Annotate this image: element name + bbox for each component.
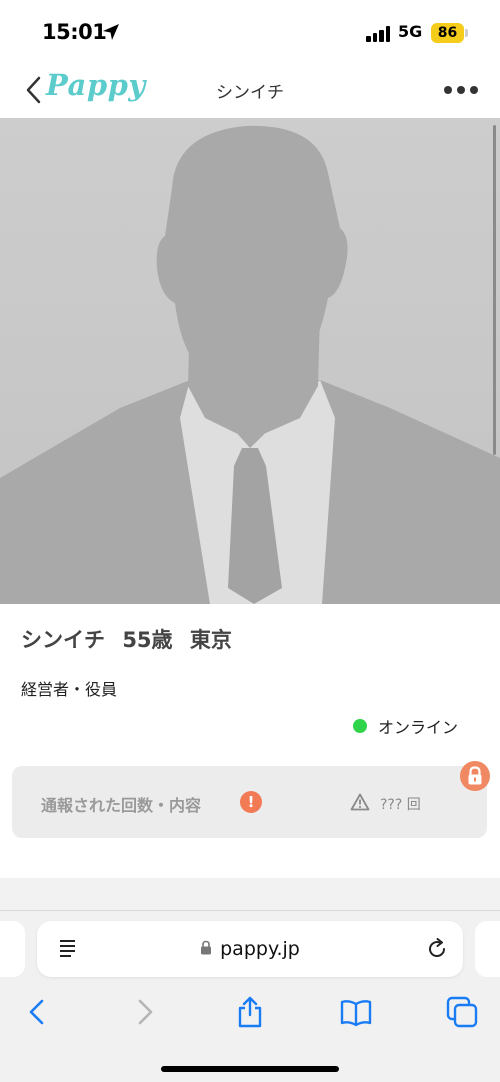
battery-tip	[465, 29, 468, 37]
url-text: pappy.jp	[220, 938, 300, 960]
status-time: 15:01	[42, 20, 107, 44]
alert-icon: !	[240, 791, 262, 813]
url-display: pappy.jp	[37, 938, 463, 960]
browser-toolbar: pappy.jp	[0, 910, 500, 1082]
profile-occupation: 経営者・役員	[21, 680, 118, 699]
online-status: オンライン	[353, 714, 458, 738]
previous-tab-preview[interactable]	[0, 921, 25, 977]
status-bar: 15:01 5G 86	[0, 0, 500, 64]
profile-location: 東京	[189, 628, 232, 652]
bookmarks-icon[interactable]	[339, 995, 373, 1029]
report-count: ??? 回	[380, 797, 421, 813]
warning-icon	[350, 793, 370, 811]
online-dot-icon	[353, 719, 367, 733]
url-lock-icon	[201, 940, 212, 955]
tabs-icon[interactable]	[445, 995, 479, 1029]
report-label: 通報された回数・内容	[41, 796, 202, 815]
location-arrow-icon	[103, 24, 119, 40]
network-type: 5G	[398, 22, 423, 41]
profile-headline: シンイチ 55歳 東京	[21, 624, 242, 654]
online-status-label: オンライン	[378, 718, 459, 737]
back-icon[interactable]	[20, 995, 54, 1029]
battery-level: 86	[431, 23, 464, 43]
forward-icon[interactable]	[128, 995, 162, 1029]
share-icon[interactable]	[233, 995, 267, 1029]
content-separator	[0, 878, 500, 910]
reload-icon[interactable]	[426, 938, 448, 960]
nav-bar: Pappy シンイチ	[0, 64, 500, 118]
page-title: シンイチ	[216, 83, 284, 103]
home-indicator[interactable]	[161, 1066, 339, 1072]
report-history-card[interactable]: 通報された回数・内容 ! ??? 回	[12, 766, 487, 838]
lock-icon[interactable]	[460, 761, 490, 791]
address-bar[interactable]: pappy.jp	[37, 921, 463, 977]
next-tab-preview[interactable]	[475, 921, 500, 977]
profile-photo[interactable]	[0, 118, 500, 604]
more-icon[interactable]	[444, 86, 478, 96]
profile-age: 55歳	[122, 628, 173, 652]
silhouette-image	[0, 118, 500, 604]
signal-icon	[366, 26, 392, 42]
scrollbar[interactable]	[493, 125, 496, 455]
profile-name: シンイチ	[21, 628, 105, 652]
